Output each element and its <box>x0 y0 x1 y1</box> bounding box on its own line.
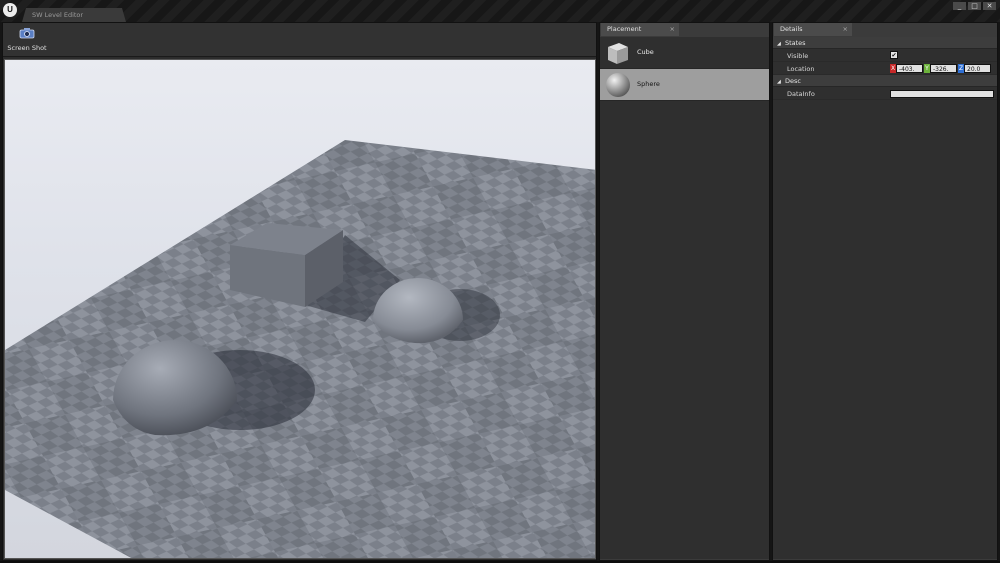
location-z-input[interactable]: 20.0 <box>964 64 991 73</box>
cube-icon <box>608 43 628 64</box>
placement-list: Cube Sphere <box>600 37 769 559</box>
camera-icon <box>19 28 35 39</box>
details-panel: Details × ◢ States Visible ✔ Location X … <box>772 22 998 561</box>
details-body: ◢ States Visible ✔ Location X -403. Y -3… <box>773 37 997 559</box>
title-bar: U SW Level Editor _ □ ✕ <box>0 0 1000 22</box>
tab-details-close-icon[interactable]: × <box>843 23 848 36</box>
floor-plane <box>5 140 595 558</box>
placement-item-cube[interactable]: Cube <box>600 37 769 69</box>
location-label: Location <box>787 65 815 73</box>
tab-placement-close-icon[interactable]: × <box>670 23 675 36</box>
screenshot-button[interactable]: Screen Shot <box>7 27 47 55</box>
property-row-datainfo: DataInfo <box>773 87 997 100</box>
level-editor-panel: Screen Shot <box>2 22 597 561</box>
tab-level-editor[interactable]: SW Level Editor <box>22 8 126 22</box>
tab-placement-label: Placement <box>607 25 642 33</box>
visible-checkbox[interactable]: ✔ <box>890 51 898 59</box>
maximize-button[interactable]: □ <box>968 2 981 10</box>
category-states-label: States <box>784 39 806 47</box>
collapse-arrow-icon: ◢ <box>777 79 781 85</box>
placement-panel: Placement × Cube Sphere <box>599 22 770 561</box>
placement-item-cube-label: Cube <box>637 48 654 56</box>
tab-details[interactable]: Details × <box>774 23 852 36</box>
close-button[interactable]: ✕ <box>983 2 996 10</box>
toolbar: Screen Shot <box>3 23 596 57</box>
location-x-field: X -403. <box>890 64 923 73</box>
placement-item-sphere-label: Sphere <box>637 80 660 88</box>
category-desc-label: Desc <box>784 77 801 85</box>
collapse-arrow-icon: ◢ <box>777 41 781 47</box>
tab-details-label: Details <box>780 25 803 33</box>
minimize-button[interactable]: _ <box>953 2 966 10</box>
scene-render <box>5 140 595 558</box>
category-states[interactable]: ◢ States <box>773 37 997 49</box>
placement-item-sphere[interactable]: Sphere <box>600 69 769 101</box>
tab-level-editor-label: SW Level Editor <box>32 11 84 19</box>
visible-label: Visible <box>787 52 809 60</box>
location-y-field: Y -326. <box>924 64 957 73</box>
category-desc[interactable]: ◢ Desc <box>773 75 997 87</box>
unreal-logo-icon: U <box>3 3 17 17</box>
property-row-location: Location X -403. Y -326. Z 20.0 <box>773 62 997 75</box>
3d-viewport[interactable] <box>4 59 596 559</box>
location-y-input[interactable]: -326. <box>930 64 957 73</box>
location-vector: X -403. Y -326. Z 20.0 <box>890 64 991 73</box>
datainfo-input[interactable] <box>890 90 994 98</box>
datainfo-label: DataInfo <box>787 90 815 98</box>
tab-placement[interactable]: Placement × <box>601 23 679 36</box>
location-z-field: Z 20.0 <box>958 64 991 73</box>
sphere-icon <box>606 73 630 97</box>
location-x-input[interactable]: -403. <box>896 64 923 73</box>
window-controls: _ □ ✕ <box>953 2 996 10</box>
screenshot-label: Screen Shot <box>7 44 47 52</box>
property-row-visible: Visible ✔ <box>773 49 997 62</box>
